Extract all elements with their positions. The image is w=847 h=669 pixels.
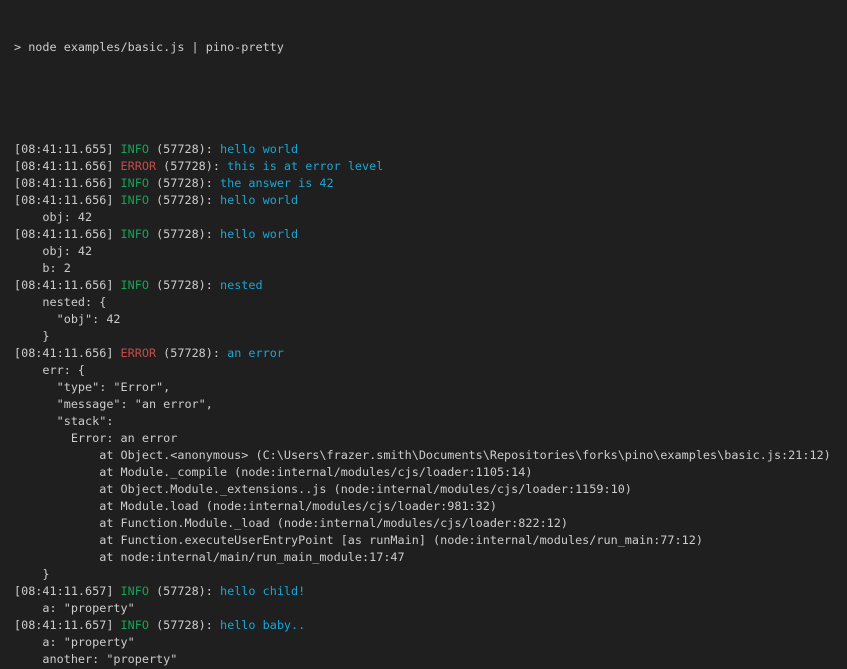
log-detail-line: at node:internal/main/run_main_module:17… [14,549,843,566]
log-detail-line: at Object.<anonymous> (C:\Users\frazer.s… [14,447,843,464]
log-line: [08:41:11.656] INFO (57728): hello world [14,226,843,243]
log-pid: (57728): [149,584,220,598]
log-line: [08:41:11.656] INFO (57728): hello world [14,192,843,209]
log-detail-line: at Module.load (node:internal/modules/cj… [14,498,843,515]
log-detail-text: err: { [14,363,85,377]
log-detail-text: at Module._compile (node:internal/module… [14,465,532,479]
log-detail-line: err: { [14,362,843,379]
log-detail-line: } [14,566,843,583]
log-detail-line: } [14,328,843,345]
log-message: hello world [220,193,298,207]
log-line: [08:41:11.656] INFO (57728): the answer … [14,175,843,192]
log-detail-text: at Function.executeUserEntryPoint [as ru… [14,533,703,547]
log-detail-text: } [14,567,50,581]
log-detail-line: obj: 42 [14,243,843,260]
log-message: hello world [220,142,298,156]
log-detail-text: nested: { [14,295,106,309]
log-detail-text: another: "property" [14,652,177,666]
log-level: INFO [121,618,149,632]
log-message: hello baby.. [220,618,305,632]
log-level: INFO [121,278,149,292]
log-message: nested [220,278,263,292]
log-pid: (57728): [149,142,220,156]
log-pid: (57728): [149,227,220,241]
log-detail-line: "message": "an error", [14,396,843,413]
log-timestamp: [08:41:11.655] [14,142,121,156]
log-line: [08:41:11.656] ERROR (57728): this is at… [14,158,843,175]
log-timestamp: [08:41:11.656] [14,193,121,207]
log-detail-line: "obj": 42 [14,311,843,328]
command-prompt-line: > node examples/basic.js | pino-pretty [14,39,843,56]
log-level: INFO [121,142,149,156]
log-detail-text: b: 2 [14,261,71,275]
log-message: an error [227,346,284,360]
log-timestamp: [08:41:11.657] [14,584,121,598]
log-detail-line: Error: an error [14,430,843,447]
log-detail-line: at Function.Module._load (node:internal/… [14,515,843,532]
log-detail-line: "stack": [14,413,843,430]
log-message: hello world [220,227,298,241]
log-pid: (57728): [149,176,220,190]
log-detail-text: at Object.Module._extensions..js (node:i… [14,482,632,496]
log-detail-line: nested: { [14,294,843,311]
log-line: [08:41:11.657] INFO (57728): hello baby.… [14,617,843,634]
log-timestamp: [08:41:11.656] [14,159,121,173]
log-detail-line: at Function.executeUserEntryPoint [as ru… [14,532,843,549]
log-detail-text: a: "property" [14,601,135,615]
log-detail-line: a: "property" [14,600,843,617]
log-pid: (57728): [156,159,227,173]
log-detail-text: "message": "an error", [14,397,213,411]
log-detail-line: b: 2 [14,260,843,277]
log-pid: (57728): [149,618,220,632]
log-pid: (57728): [149,278,220,292]
log-detail-text: "type": "Error", [14,380,170,394]
log-detail-text: "obj": 42 [14,312,121,326]
log-detail-line: at Object.Module._extensions..js (node:i… [14,481,843,498]
log-level: INFO [121,584,149,598]
log-level: INFO [121,227,149,241]
log-message: the answer is 42 [220,176,334,190]
log-detail-line: "type": "Error", [14,379,843,396]
log-detail-text: at Function.Module._load (node:internal/… [14,516,568,530]
log-detail-line: a: "property" [14,634,843,651]
log-timestamp: [08:41:11.656] [14,346,121,360]
log-detail-text: at Module.load (node:internal/modules/cj… [14,499,497,513]
log-detail-text: } [14,329,50,343]
log-message: this is at error level [227,159,383,173]
log-level: ERROR [121,159,157,173]
blank-line [14,90,843,107]
log-level: INFO [121,176,149,190]
log-pid: (57728): [156,346,227,360]
terminal-window[interactable]: > node examples/basic.js | pino-pretty [… [0,0,847,669]
log-detail-text: Error: an error [14,431,177,445]
log-detail-text: at Object.<anonymous> (C:\Users\frazer.s… [14,448,831,462]
log-detail-text: obj: 42 [14,244,92,258]
log-output: [08:41:11.655] INFO (57728): hello world… [14,141,843,669]
log-timestamp: [08:41:11.656] [14,227,121,241]
log-line: [08:41:11.656] INFO (57728): nested [14,277,843,294]
log-line: [08:41:11.655] INFO (57728): hello world [14,141,843,158]
log-detail-line: obj: 42 [14,209,843,226]
log-detail-text: obj: 42 [14,210,92,224]
log-level: INFO [121,193,149,207]
log-message: hello child! [220,584,305,598]
log-pid: (57728): [149,193,220,207]
log-timestamp: [08:41:11.656] [14,176,121,190]
log-line: [08:41:11.656] ERROR (57728): an error [14,345,843,362]
log-timestamp: [08:41:11.656] [14,278,121,292]
log-line: [08:41:11.657] INFO (57728): hello child… [14,583,843,600]
log-detail-text: "stack": [14,414,113,428]
log-level: ERROR [121,346,157,360]
log-detail-text: a: "property" [14,635,135,649]
log-detail-line: another: "property" [14,651,843,668]
log-timestamp: [08:41:11.657] [14,618,121,632]
log-detail-line: at Module._compile (node:internal/module… [14,464,843,481]
log-detail-text: at node:internal/main/run_main_module:17… [14,550,405,564]
